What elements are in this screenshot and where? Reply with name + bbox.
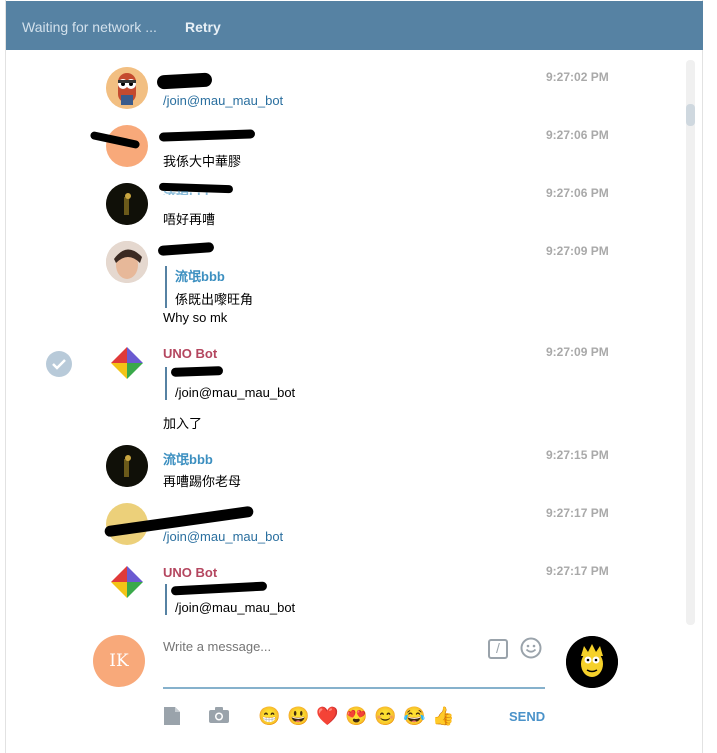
- emoji-smiley-icon[interactable]: 😃: [287, 705, 309, 727]
- emoji-blush-icon[interactable]: 😊: [374, 705, 396, 727]
- emoji-thumbs-up-icon[interactable]: 👍: [432, 705, 454, 727]
- avatar[interactable]: [106, 67, 148, 109]
- message-text: 加入了: [163, 416, 203, 431]
- bot-command-button[interactable]: /: [488, 639, 508, 659]
- message-text: Why so mk: [163, 310, 228, 325]
- sender-name: UNO Bot: [163, 346, 218, 361]
- message-time: 9:27:15 PM: [546, 448, 609, 462]
- message-time: 9:27:09 PM: [546, 345, 609, 359]
- redaction-scribble: [156, 72, 213, 90]
- send-button[interactable]: SEND: [509, 709, 545, 724]
- redaction-scribble: [158, 129, 256, 142]
- attach-file-icon[interactable]: [163, 706, 181, 729]
- portrait-avatar-icon: [106, 241, 148, 283]
- window-right-border: [702, 0, 717, 753]
- message-time: 9:27:06 PM: [546, 128, 609, 142]
- uno-bot-logo-icon: [111, 566, 143, 598]
- topbar: Waiting for network ... Retry: [6, 1, 703, 50]
- avatar[interactable]: [106, 445, 148, 487]
- input-underline: [163, 687, 545, 689]
- my-avatar[interactable]: IK: [93, 635, 145, 687]
- scrollbar-track[interactable]: [686, 60, 695, 625]
- reply-text: /join@mau_mau_bot: [175, 385, 296, 400]
- emoji-joy-icon[interactable]: 😂: [403, 705, 425, 727]
- window-left-border: [0, 0, 6, 753]
- avatar[interactable]: [106, 241, 148, 283]
- reply-quote[interactable]: 流氓bbb 係既出嚟旺角: [165, 266, 253, 308]
- emoji-heart-eyes-icon[interactable]: 😍: [345, 705, 367, 727]
- message-time: 9:27:02 PM: [546, 70, 609, 84]
- redaction-scribble: [157, 242, 215, 256]
- emoji-picker-icon[interactable]: [520, 637, 542, 659]
- redaction-scribble: [170, 581, 268, 596]
- redaction-scribble: [170, 366, 224, 377]
- message-time: 9:27:06 PM: [546, 186, 609, 200]
- bot-avatar[interactable]: [566, 636, 618, 688]
- sender-name: 流氓bbb: [163, 187, 213, 195]
- scrollbar-thumb[interactable]: [686, 104, 695, 126]
- reply-sender-name: 流氓bbb: [175, 269, 225, 284]
- sender-name: 流氓bbb: [163, 452, 213, 467]
- message-text: /join@mau_mau_bot: [163, 529, 284, 544]
- selected-check-icon[interactable]: [46, 351, 72, 377]
- dark-photo-avatar-icon: [106, 445, 148, 487]
- message-time: 9:27:09 PM: [546, 244, 609, 258]
- message-text: /join@mau_mau_bot: [163, 93, 284, 108]
- reply-quote[interactable]: /join@mau_mau_bot: [165, 581, 296, 615]
- reply-quote[interactable]: /join@mau_mau_bot: [165, 366, 296, 400]
- minion-avatar-icon: [106, 67, 148, 109]
- message-text: 我係大中華膠: [163, 154, 242, 169]
- sender-name: UNO Bot: [163, 565, 218, 580]
- message-input[interactable]: [163, 636, 483, 656]
- cartoon-avatar-icon: [566, 636, 618, 688]
- emoji-grin-icon[interactable]: 😁: [258, 705, 280, 727]
- emoji-heart-icon[interactable]: ❤️: [316, 705, 338, 727]
- reply-text: 係既出嚟旺角: [175, 292, 254, 307]
- message-time: 9:27:17 PM: [546, 506, 609, 520]
- dark-photo-avatar-icon: [106, 183, 148, 225]
- avatar[interactable]: [106, 342, 148, 384]
- uno-bot-logo-icon: [111, 347, 143, 379]
- avatar[interactable]: [106, 561, 148, 603]
- avatar[interactable]: [106, 183, 148, 225]
- message-text: 再嘈踢你老母: [163, 474, 242, 489]
- network-status: Waiting for network ...: [22, 19, 157, 35]
- message-text: 唔好再嘈: [163, 212, 216, 227]
- camera-icon[interactable]: [208, 706, 230, 727]
- retry-button[interactable]: Retry: [185, 19, 221, 35]
- message-time: 9:27:17 PM: [546, 564, 609, 578]
- reply-text: /join@mau_mau_bot: [175, 600, 296, 615]
